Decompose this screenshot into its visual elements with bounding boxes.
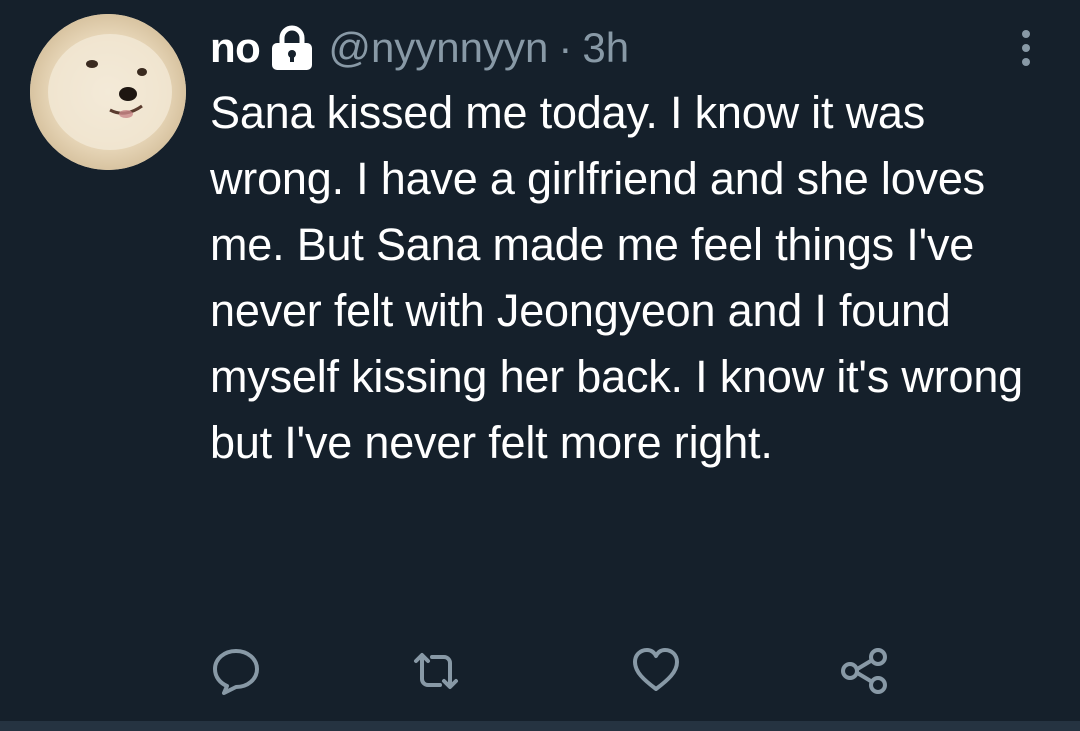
share-icon: [841, 648, 887, 694]
reply-button[interactable]: [210, 645, 262, 697]
separator-dot: ·: [558, 24, 573, 71]
retweet-button[interactable]: [410, 645, 462, 697]
like-button[interactable]: [630, 645, 682, 697]
tweet-divider: [0, 721, 1080, 731]
dog-avatar-image: [30, 14, 186, 170]
heart-icon: [633, 648, 679, 691]
tweet-header: no @nyynnyyn · 3h: [210, 22, 629, 74]
tweet-actions: [210, 645, 910, 697]
lock-icon: [270, 25, 314, 71]
share-button[interactable]: [838, 645, 890, 697]
tweet[interactable]: no @nyynnyyn · 3h Sana kissed me today. …: [0, 0, 1080, 731]
reply-icon: [213, 649, 259, 695]
display-name[interactable]: no: [210, 24, 261, 72]
avatar[interactable]: [30, 14, 186, 170]
more-vertical-icon[interactable]: [1018, 28, 1034, 68]
user-handle[interactable]: @nyynnyyn: [328, 24, 548, 72]
tweet-text: Sana kissed me today. I know it was wron…: [210, 87, 1023, 468]
tweet-timestamp[interactable]: 3h: [582, 24, 629, 72]
retweet-icon: [414, 653, 458, 689]
